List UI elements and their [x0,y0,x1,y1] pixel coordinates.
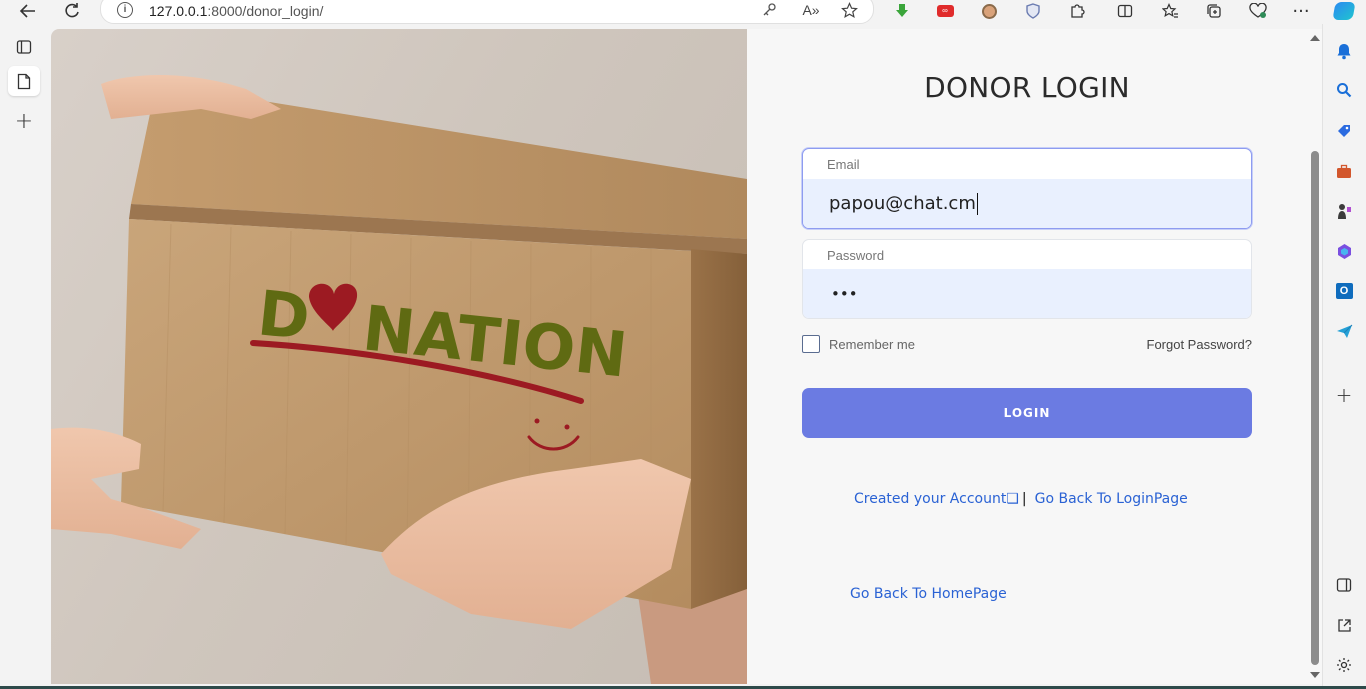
add-sidebar-app-icon[interactable]: + [1333,383,1355,407]
favorites-icon[interactable] [1158,0,1182,22]
extensions-puzzle-icon[interactable] [1065,0,1089,22]
favorite-star-icon[interactable] [837,0,861,21]
password-field[interactable]: Password ••• [802,239,1252,319]
collections-icon[interactable] [1202,0,1226,22]
scroll-thumb[interactable] [1311,151,1319,665]
remember-checkbox[interactable] [802,335,820,353]
back-icon[interactable] [16,0,40,22]
new-tab-plus-icon[interactable]: + [8,106,40,136]
create-account-link[interactable]: Created your Account❑ [854,491,1019,507]
donation-box-photo: D NATION [51,29,747,684]
email-input[interactable]: papou@chat.cm [803,179,1251,228]
vertical-tabs-strip: + [0,24,50,689]
read-aloud-icon[interactable]: A» [799,0,823,21]
tools-briefcase-icon[interactable] [1333,160,1355,182]
page-tab-icon[interactable] [8,66,40,96]
address-bar[interactable]: i 127.0.0.1:8000/donor_login/ A» [100,0,874,24]
microsoft365-icon[interactable] [1333,240,1355,262]
shopping-tag-icon[interactable] [1333,120,1355,142]
edge-sidebar: O + [1322,24,1366,689]
link-separator: | [1021,491,1027,507]
more-menu-icon[interactable]: ··· [1289,0,1313,22]
email-value: papou@chat.cm [829,193,976,214]
outlook-icon[interactable]: O [1333,280,1355,302]
browser-toolbar: i 127.0.0.1:8000/donor_login/ A» ∞ ··· [0,0,1366,24]
copilot-icon[interactable] [1332,0,1356,22]
search-icon[interactable] [1333,79,1355,101]
sidebar-panel-icon[interactable] [1333,574,1355,596]
forgot-password-link[interactable]: Forgot Password? [1147,337,1253,352]
email-label: Email [827,157,860,172]
site-info-icon[interactable]: i [117,2,133,18]
account-links: Created your Account❑ | Go Back To Login… [854,491,1188,507]
login-button[interactable]: LOGIN [802,388,1252,438]
extension-face-icon[interactable] [977,0,1001,22]
page-title: DONOR LOGIN [924,71,1130,104]
password-input[interactable]: ••• [803,269,1251,318]
back-to-home-link[interactable]: Go Back To HomePage [850,586,1007,602]
scroll-down-arrow-icon[interactable] [1310,672,1320,678]
games-chess-icon[interactable] [1333,200,1355,222]
extension-shield-icon[interactable] [1021,0,1045,22]
url-text[interactable]: 127.0.0.1:8000/donor_login/ [149,3,323,19]
page-scrollbar[interactable] [1307,29,1322,684]
send-drop-icon[interactable] [1333,320,1355,342]
download-extension-icon[interactable] [890,0,914,22]
password-label: Password [827,248,885,263]
login-panel: DONOR LOGIN Email papou@chat.cm Password… [747,29,1307,684]
text-cursor [976,192,978,215]
remember-label: Remember me [829,336,915,352]
browser-essentials-icon[interactable] [1246,0,1270,22]
refresh-icon[interactable] [60,0,84,22]
password-value: ••• [831,284,858,303]
tab-actions-icon[interactable] [8,32,40,62]
url-path: :8000/donor_login/ [207,3,324,19]
remember-me: Remember me [802,335,915,353]
open-external-icon[interactable] [1333,614,1355,636]
notifications-bell-icon[interactable] [1333,40,1355,62]
back-to-login-link[interactable]: Go Back To LoginPage [1035,491,1188,507]
key-icon[interactable] [757,0,781,21]
email-field[interactable]: Email papou@chat.cm [802,148,1252,229]
extension-red-icon[interactable]: ∞ [933,0,957,22]
split-screen-icon[interactable] [1113,0,1137,22]
page-viewport: D NATION DONOR LOGIN Email papou@chat.cm… [51,29,1307,684]
scroll-up-arrow-icon[interactable] [1310,35,1320,41]
settings-gear-icon[interactable] [1333,654,1355,676]
url-host: 127.0.0.1 [149,3,208,19]
